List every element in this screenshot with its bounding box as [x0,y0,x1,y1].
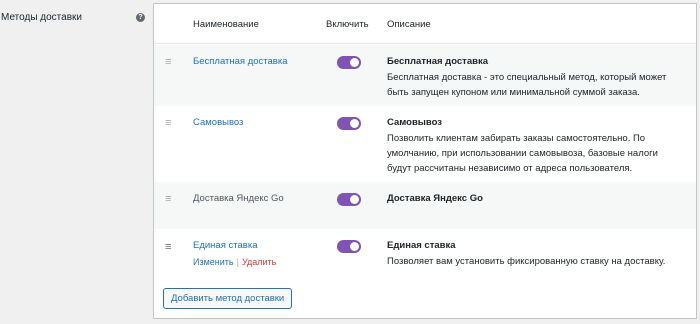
enable-toggle[interactable] [337,117,361,130]
table-row: ≡ Бесплатная доставка Бесплатная доставк… [154,45,696,106]
enable-toggle[interactable] [337,56,361,69]
enable-toggle[interactable] [337,193,361,206]
table-row: ≡ Самовывоз Самовывоз Позволить клиентам… [154,106,696,182]
drag-handle-icon[interactable]: ≡ [165,118,174,129]
description-title: Бесплатная доставка [387,56,488,67]
column-header-enable: Включить [326,19,369,30]
table-header: Наименование Включить Описание [154,4,696,44]
shipping-methods-label: Методы доставки [1,12,82,23]
shipping-methods-table: Наименование Включить Описание ≡ Бесплат… [153,3,697,319]
drag-handle-icon[interactable]: ≡ [165,57,174,68]
edit-link[interactable]: Изменить [193,257,234,267]
help-icon[interactable]: ? [136,13,145,22]
drag-handle-icon[interactable]: ≡ [165,242,174,253]
table-row: ≡ Доставка Яндекс Go Доставка Яндекс Go [154,182,696,229]
description-title: Единая ставка [387,240,456,251]
method-name: Доставка Яндекс Go [193,193,284,204]
add-shipping-method-button[interactable]: Добавить метод доставки [163,288,293,309]
table-row: ≡ Единая ставка Изменить | Удалить Единая … [154,229,696,277]
delete-link[interactable]: Удалить [242,257,276,267]
description-text: Бесплатная доставка - это специальный ме… [387,72,667,98]
description-text: Позволить клиентам забирать заказы самос… [387,133,658,174]
description-title: Доставка Яндекс Go [387,193,483,204]
column-header-description: Описание [387,19,431,30]
enable-toggle[interactable] [337,240,361,253]
method-name-link[interactable]: Самовывоз [193,117,243,128]
actions-separator: | [236,257,239,267]
method-name-link[interactable]: Единая ставка [193,240,257,251]
method-name-link[interactable]: Бесплатная доставка [193,56,288,67]
description-text: Позволяет вам установить фиксированную с… [387,256,666,267]
row-actions: Изменить | Удалить [193,257,276,267]
drag-handle-icon[interactable]: ≡ [165,194,174,205]
column-header-name: Наименование [193,19,259,30]
description-title: Самовывоз [387,117,443,128]
